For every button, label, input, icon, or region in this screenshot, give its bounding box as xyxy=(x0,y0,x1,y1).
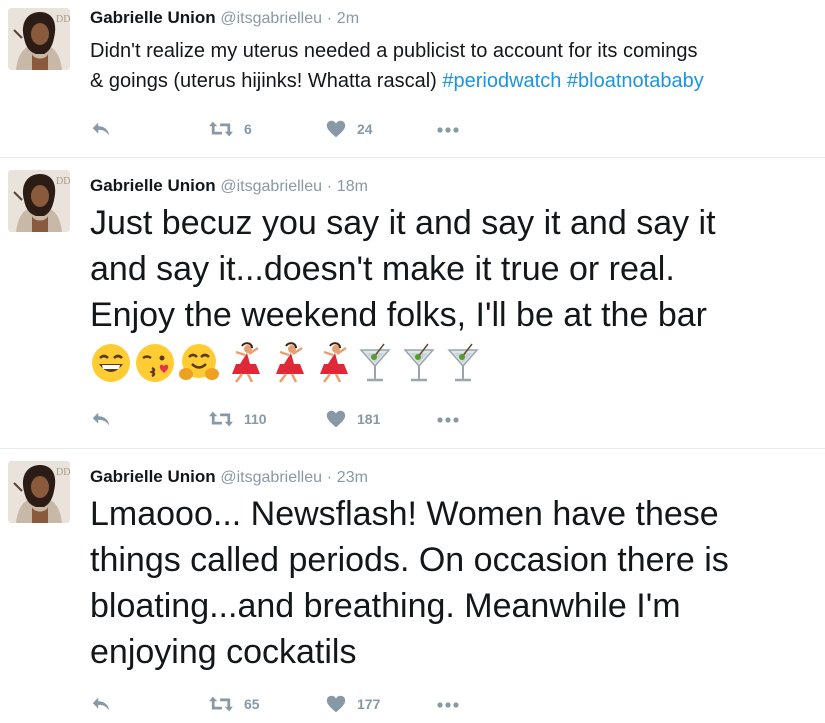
more-dots-icon xyxy=(436,701,460,709)
hashtag-link[interactable]: #periodwatch xyxy=(442,70,561,92)
tweet-header: Gabrielle Union @itsgabrielleu · 18m xyxy=(90,176,368,197)
cocktail-emoji xyxy=(398,342,440,384)
tweet-3[interactable]: Gabrielle Union @itsgabrielleu · 23m Lma… xyxy=(0,449,825,723)
tweet-text: Just becuz you say it and say it and say… xyxy=(90,200,820,338)
retweet-count: 110 xyxy=(244,411,267,427)
retweet-button[interactable]: 110 xyxy=(208,408,267,430)
tweet-text-line: enjoying cockatils xyxy=(90,633,357,671)
more-dots-icon xyxy=(436,416,460,424)
cocktail-emoji xyxy=(354,342,396,384)
tweet-actions: 110 181 xyxy=(90,408,510,432)
tweet-text-segment: & goings (uterus hijinks! Whatta rascal) xyxy=(90,70,443,92)
dancer-emoji xyxy=(266,342,308,384)
reply-button[interactable] xyxy=(90,408,112,430)
cocktail-emoji xyxy=(442,342,484,384)
tweet-2[interactable]: Gabrielle Union @itsgabrielleu · 18m Jus… xyxy=(0,158,825,448)
tweet-text-line: things called periods. On occasion there… xyxy=(90,541,729,579)
tweet-text: Didn't realize my uterus needed a public… xyxy=(90,36,815,96)
retweet-icon xyxy=(208,693,234,715)
tweet-text-line: and say it...doesn't make it true or rea… xyxy=(90,250,675,288)
tweet-text-line: bloating...and breathing. Meanwhile I'm xyxy=(90,587,681,625)
retweet-button[interactable]: 6 xyxy=(208,118,252,140)
timestamp[interactable]: 23m xyxy=(337,469,368,486)
timestamp[interactable]: 2m xyxy=(337,10,359,27)
retweet-count: 6 xyxy=(244,121,252,137)
tweet-text-line: Didn't realize my uterus needed a public… xyxy=(90,40,698,62)
like-count: 177 xyxy=(357,696,381,712)
avatar[interactable] xyxy=(8,8,70,70)
tweet-header: Gabrielle Union @itsgabrielleu · 2m xyxy=(90,8,359,29)
hashtag-link[interactable]: #bloatnotababy xyxy=(567,70,704,92)
separator-dot: · xyxy=(326,469,333,486)
reply-button[interactable] xyxy=(90,693,112,715)
reply-button[interactable] xyxy=(90,118,112,140)
reply-icon xyxy=(90,118,112,140)
emoji-row xyxy=(90,342,484,384)
heart-icon xyxy=(325,693,347,715)
retweet-icon xyxy=(208,118,234,140)
author-name[interactable]: Gabrielle Union xyxy=(90,176,216,195)
heart-icon xyxy=(325,408,347,430)
more-dots-icon xyxy=(436,126,460,134)
author-handle[interactable]: @itsgabrielleu xyxy=(220,469,322,486)
hugging-face-emoji xyxy=(178,342,220,384)
kissing-face-emoji xyxy=(134,342,176,384)
reply-icon xyxy=(90,693,112,715)
dancer-emoji xyxy=(222,342,264,384)
like-button[interactable]: 24 xyxy=(325,118,373,140)
avatar[interactable] xyxy=(8,170,70,232)
tweet-1[interactable]: Gabrielle Union @itsgabrielleu · 2m Didn… xyxy=(0,0,825,156)
timestamp[interactable]: 18m xyxy=(337,178,368,195)
author-handle[interactable]: @itsgabrielleu xyxy=(220,10,322,27)
tweet-text-line: Lmaooo... Newsflash! Women have these xyxy=(90,495,719,533)
retweet-icon xyxy=(208,408,234,430)
separator-dot: · xyxy=(326,10,333,27)
more-button[interactable] xyxy=(436,126,460,134)
separator-dot: · xyxy=(326,178,333,195)
tweet-header: Gabrielle Union @itsgabrielleu · 23m xyxy=(90,467,368,488)
more-button[interactable] xyxy=(436,416,460,424)
heart-icon xyxy=(325,118,347,140)
tweet-actions: 6 24 xyxy=(90,118,510,142)
tweet-text: Lmaooo... Newsflash! Women have these th… xyxy=(90,491,820,675)
tweet-text-line: Enjoy the weekend folks, I'll be at the … xyxy=(90,296,707,334)
reply-icon xyxy=(90,408,112,430)
like-count: 24 xyxy=(357,121,373,137)
like-count: 181 xyxy=(357,411,381,427)
retweet-count: 65 xyxy=(244,696,260,712)
dancer-emoji xyxy=(310,342,352,384)
tweet-text-line: Just becuz you say it and say it and say… xyxy=(90,204,716,242)
author-name[interactable]: Gabrielle Union xyxy=(90,8,216,27)
author-name[interactable]: Gabrielle Union xyxy=(90,467,216,486)
author-handle[interactable]: @itsgabrielleu xyxy=(220,178,322,195)
like-button[interactable]: 181 xyxy=(325,408,380,430)
tweet-text-line: & goings (uterus hijinks! Whatta rascal)… xyxy=(90,66,815,96)
grinning-face-emoji xyxy=(90,342,132,384)
more-button[interactable] xyxy=(436,701,460,709)
retweet-button[interactable]: 65 xyxy=(208,693,260,715)
tweet-actions: 65 177 xyxy=(90,693,510,717)
like-button[interactable]: 177 xyxy=(325,693,380,715)
avatar[interactable] xyxy=(8,461,70,523)
